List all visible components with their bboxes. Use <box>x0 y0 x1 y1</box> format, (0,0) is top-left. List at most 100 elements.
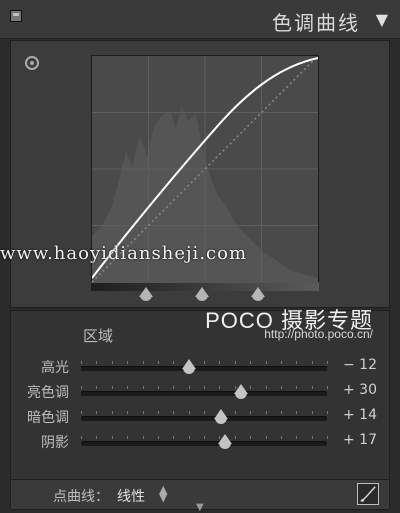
slider-track[interactable] <box>81 384 328 399</box>
slider-tick <box>250 386 252 389</box>
slider-tick <box>127 411 129 414</box>
slider-tick <box>250 411 252 414</box>
curve-area <box>10 40 390 308</box>
slider-tick <box>280 436 282 439</box>
slider-value: + 30 <box>343 382 377 398</box>
slider-tick <box>127 361 129 364</box>
slider-tick <box>265 361 267 364</box>
panel-toggle-icon[interactable] <box>10 10 22 22</box>
slider-tick <box>327 386 328 389</box>
slider-label: 亮色调 <box>27 385 69 401</box>
slider-tick <box>173 361 175 364</box>
slider-tick <box>280 361 282 364</box>
slider-label: 高光 <box>41 360 69 376</box>
slider-tick <box>234 436 236 439</box>
watermark-text: www.haoyidiansheji.com <box>0 243 248 264</box>
panel-header[interactable]: 色调曲线 ▼ <box>0 0 400 39</box>
split-handle-light[interactable] <box>251 287 265 301</box>
slider-tick <box>265 411 267 414</box>
slider-tick <box>234 411 236 414</box>
slider-tick <box>204 411 205 414</box>
region-label: 区域 <box>83 327 114 345</box>
slider-row: 高光 − 12 <box>11 355 391 379</box>
slider-tick <box>81 436 82 439</box>
curve-edit-icon[interactable] <box>357 483 379 505</box>
updown-arrows-icon[interactable]: ▲ ▼ <box>159 484 167 503</box>
slider-tick <box>219 386 221 389</box>
slider-tick <box>188 386 190 389</box>
slider-tick <box>250 436 252 439</box>
slider-tick <box>111 436 113 439</box>
slider-tick <box>204 386 205 389</box>
slider-tick <box>311 436 313 439</box>
slider-tick <box>142 361 144 364</box>
slider-row: 暗色调 + 14 <box>11 405 391 429</box>
poco-url: http://photo.poco.cn/ <box>264 327 373 341</box>
slider-tick <box>188 436 190 439</box>
slider-tick <box>327 436 328 439</box>
slider-tick <box>280 411 282 414</box>
slider-tick <box>296 411 298 414</box>
slider-thumb[interactable] <box>182 359 197 374</box>
slider-label: 暗色调 <box>27 410 69 426</box>
slider-thumb[interactable] <box>233 384 248 399</box>
slider-tick <box>81 361 82 364</box>
region-section: 区域 POCO 摄影专题 http://photo.poco.cn/ 高光 − 1… <box>10 308 391 480</box>
slider-tick <box>127 386 129 389</box>
slider-tick <box>111 386 113 389</box>
slider-tick <box>296 436 298 439</box>
target-adjust-icon[interactable] <box>25 56 39 70</box>
slider-tick <box>81 386 82 389</box>
slider-tick <box>157 411 159 414</box>
slider-tick <box>265 386 267 389</box>
point-curve-label: 点曲线： <box>53 489 109 505</box>
slider-tick <box>173 411 175 414</box>
slider-track[interactable] <box>81 434 328 449</box>
slider-thumb[interactable] <box>217 434 232 449</box>
slider-value: − 12 <box>343 357 377 373</box>
slider-tick <box>111 411 113 414</box>
slider-tick <box>296 361 298 364</box>
split-handle-mid[interactable] <box>195 287 209 301</box>
split-handle-dark[interactable] <box>139 287 153 301</box>
slider-value: + 14 <box>343 407 377 423</box>
slider-tick <box>296 386 298 389</box>
slider-tick <box>142 436 144 439</box>
slider-label: 阴影 <box>41 435 69 451</box>
triangle-down-icon[interactable]: ▼ <box>376 10 388 29</box>
slider-row: 亮色调 + 30 <box>11 380 391 404</box>
slider-tick <box>81 411 82 414</box>
slider-tick <box>96 411 98 414</box>
slider-thumb[interactable] <box>214 409 229 424</box>
slider-tick <box>127 436 129 439</box>
slider-tick <box>234 361 236 364</box>
panel-title: 色调曲线 <box>272 11 360 35</box>
slider-track[interactable] <box>81 359 328 374</box>
expand-down-icon[interactable]: ▼ <box>196 502 204 513</box>
slider-tick <box>311 411 313 414</box>
slider-value: + 17 <box>343 432 377 448</box>
slider-tick <box>157 361 159 364</box>
slider-tick <box>311 386 313 389</box>
slider-tick <box>173 436 175 439</box>
slider-tick <box>157 436 159 439</box>
slider-tick <box>311 361 313 364</box>
slider-tick <box>327 411 328 414</box>
slider-tick <box>327 361 328 364</box>
slider-tick <box>111 361 113 364</box>
slider-tick <box>204 361 205 364</box>
slider-tick <box>219 361 221 364</box>
slider-tick <box>96 361 98 364</box>
slider-row: 阴影 + 17 <box>11 430 391 454</box>
point-curve-select[interactable]: 线性 <box>117 486 145 506</box>
slider-tick <box>250 361 252 364</box>
slider-tick <box>142 411 144 414</box>
slider-tick <box>265 436 267 439</box>
slider-tick <box>204 436 205 439</box>
slider-tick <box>96 386 98 389</box>
slider-tick <box>280 386 282 389</box>
slider-tick <box>188 411 190 414</box>
slider-tick <box>173 386 175 389</box>
slider-track[interactable] <box>81 409 328 424</box>
slider-tick <box>142 386 144 389</box>
